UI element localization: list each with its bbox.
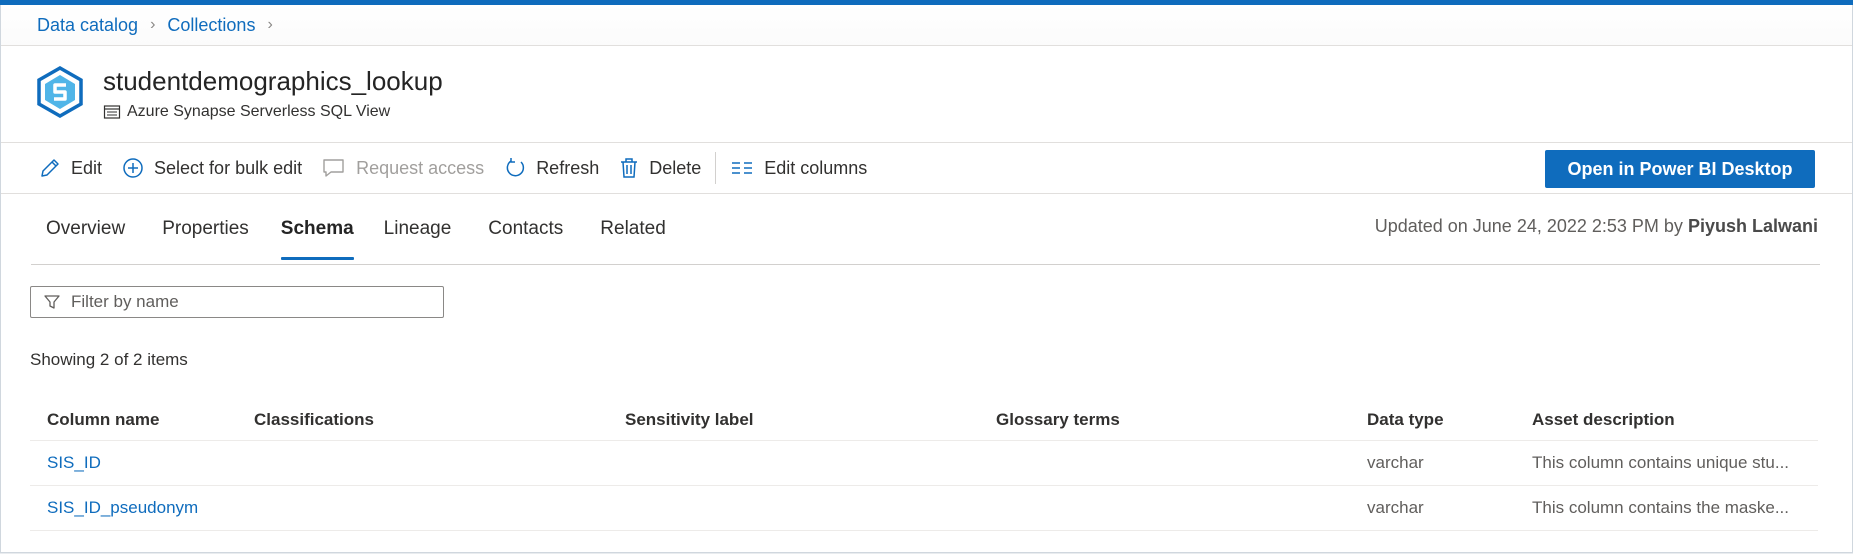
request-access-label: Request access xyxy=(356,157,485,178)
toolbar-divider xyxy=(715,152,717,184)
sql-view-icon xyxy=(103,105,121,119)
tab-related[interactable]: Related xyxy=(585,194,681,264)
edit-columns-button[interactable]: Edit columns xyxy=(730,143,867,193)
columns-icon xyxy=(732,162,753,174)
breadcrumb-collections[interactable]: Collections xyxy=(167,15,255,36)
updated-user: Piyush Lalwani xyxy=(1687,216,1818,236)
description-cell: This column contains the maske... xyxy=(1532,498,1790,517)
edit-button[interactable]: Edit xyxy=(39,143,102,193)
header-sensitivity-label[interactable]: Sensitivity label xyxy=(608,410,979,430)
comment-icon xyxy=(323,159,344,177)
tab-contacts[interactable]: Contacts xyxy=(473,194,578,264)
edit-label: Edit xyxy=(71,157,103,178)
bulk-edit-label: Select for bulk edit xyxy=(154,157,303,178)
header-glossary-terms[interactable]: Glossary terms xyxy=(979,410,1350,430)
filter-input-box[interactable]: Filter by name xyxy=(30,286,444,318)
filter-placeholder: Filter by name xyxy=(71,292,179,311)
edit-columns-label: Edit columns xyxy=(764,157,868,178)
table-row: SIS_ID varchar This column contains uniq… xyxy=(30,441,1818,486)
data-type-cell: varchar xyxy=(1367,498,1424,517)
schema-table: Column name Classifications Sensitivity … xyxy=(30,400,1818,531)
data-type-cell: varchar xyxy=(1367,453,1424,472)
asset-title: studentdemographics_lookup xyxy=(103,66,443,96)
open-in-power-bi-button[interactable]: Open in Power BI Desktop xyxy=(1545,150,1815,188)
asset-type: Azure Synapse Serverless SQL View xyxy=(103,103,390,121)
delete-label: Delete xyxy=(649,157,702,178)
tab-overview[interactable]: Overview xyxy=(31,194,140,264)
asset-header: studentdemographics_lookup Azure Synapse… xyxy=(1,46,1852,143)
updated-text: Updated on June 24, 2022 2:53 PM by xyxy=(1374,216,1683,236)
items-count: Showing 2 of 2 items xyxy=(30,350,188,369)
refresh-label: Refresh xyxy=(536,157,600,178)
tab-properties[interactable]: Properties xyxy=(147,194,264,264)
breadcrumb-data-catalog[interactable]: Data catalog xyxy=(37,15,138,36)
refresh-button[interactable]: Refresh xyxy=(504,143,599,193)
table-header-row: Column name Classifications Sensitivity … xyxy=(30,400,1818,441)
updated-info: Updated on June 24, 2022 2:53 PM by Piyu… xyxy=(1375,216,1818,237)
bulk-edit-button[interactable]: Select for bulk edit xyxy=(122,143,302,193)
tab-schema[interactable]: Schema xyxy=(266,194,369,264)
asset-type-label: Azure Synapse Serverless SQL View xyxy=(127,103,391,120)
trash-icon xyxy=(621,158,638,178)
table-row: SIS_ID_pseudonym varchar This column con… xyxy=(30,486,1818,531)
header-classifications[interactable]: Classifications xyxy=(237,410,608,430)
synapse-logo-icon xyxy=(37,66,83,118)
column-name-link[interactable]: SIS_ID xyxy=(30,453,237,473)
filter-icon xyxy=(44,295,60,309)
add-circle-icon xyxy=(123,158,143,178)
chevron-right-icon: › xyxy=(267,16,273,33)
refresh-icon xyxy=(506,158,525,177)
tabs-row: Overview Properties Schema Lineage Conta… xyxy=(1,194,1852,265)
request-access-button[interactable]: Request access xyxy=(322,143,484,193)
pencil-icon xyxy=(41,159,59,177)
header-asset-description[interactable]: Asset description xyxy=(1515,410,1818,430)
header-column-name[interactable]: Column name xyxy=(30,410,237,430)
command-bar: Edit Select for bulk edit Request access… xyxy=(1,143,1852,194)
column-name-link[interactable]: SIS_ID_pseudonym xyxy=(30,498,237,518)
breadcrumb: Data catalog › Collections › xyxy=(1,5,1852,46)
chevron-right-icon: › xyxy=(150,16,156,33)
description-cell: This column contains unique stu... xyxy=(1532,453,1790,472)
delete-button[interactable]: Delete xyxy=(619,143,701,193)
tab-lineage[interactable]: Lineage xyxy=(369,194,467,264)
header-data-type[interactable]: Data type xyxy=(1350,410,1515,430)
